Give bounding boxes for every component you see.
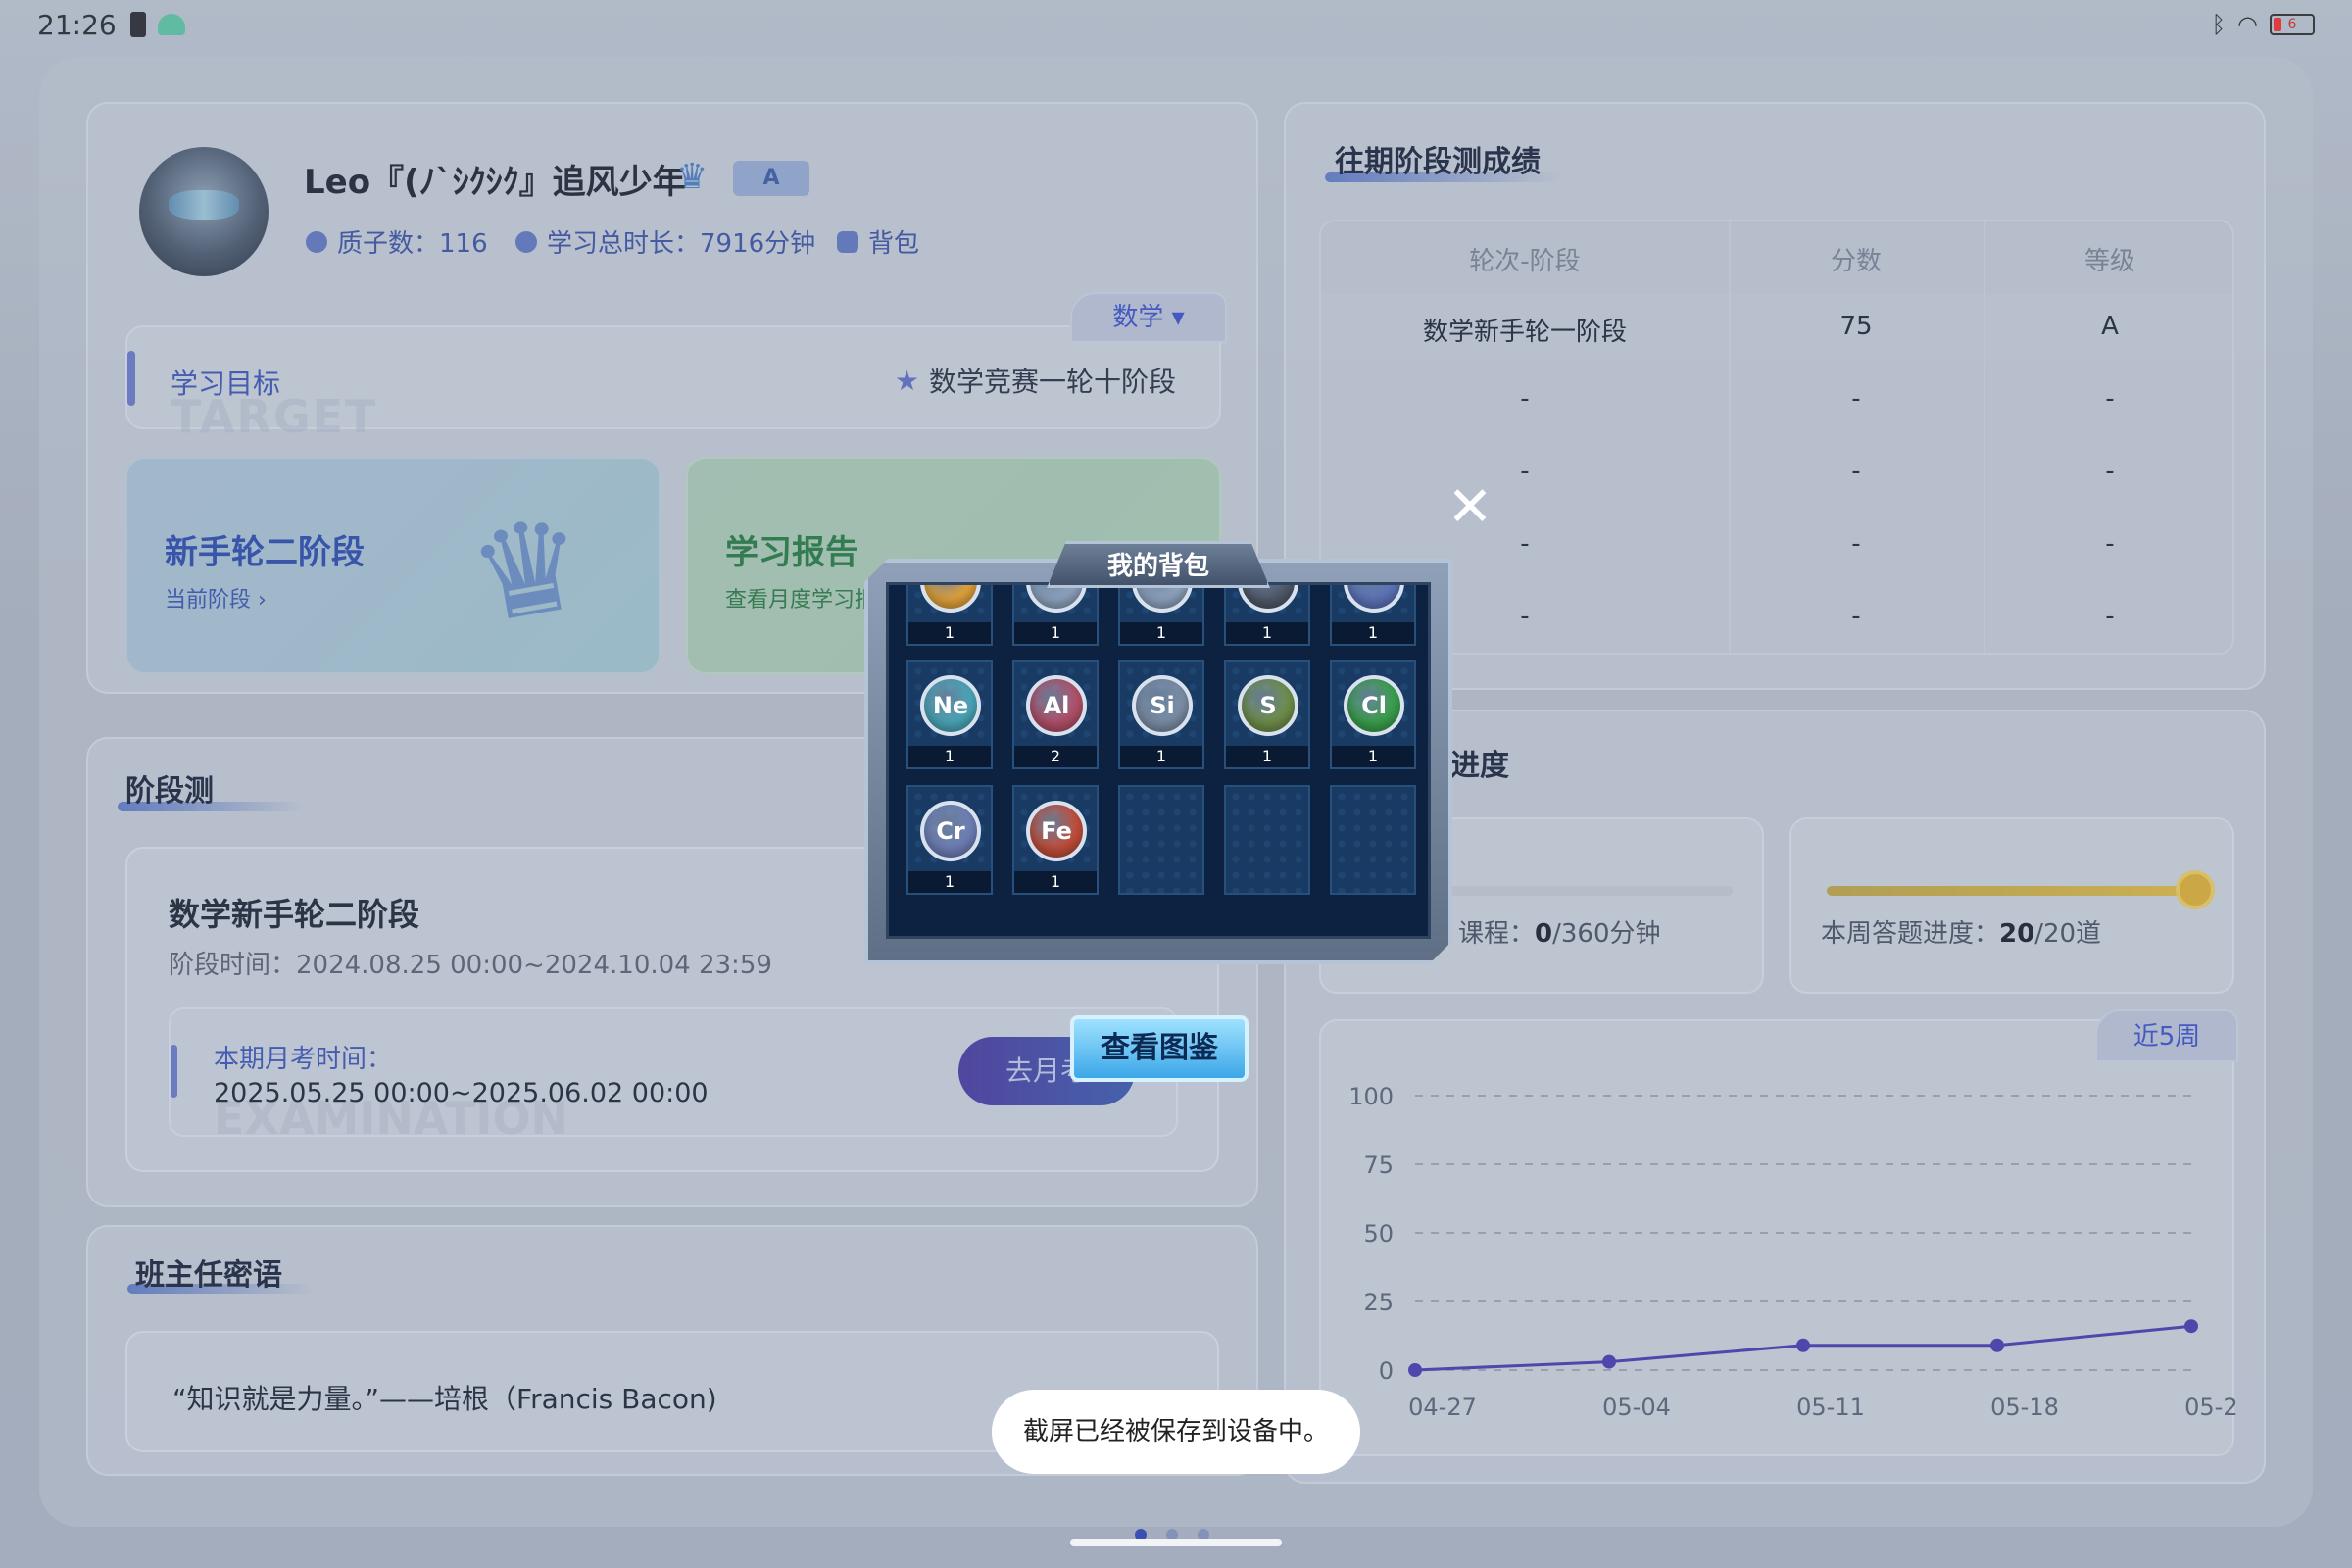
slot-count: 1	[908, 871, 991, 893]
backpack-grid: 1 1 1 1 1 Ne 1 Al 2 Si 1 S 1 Cl 1 Cr 1 Fe 1	[886, 582, 1431, 939]
slot-count: 1	[1332, 622, 1414, 644]
backpack-slot[interactable]: 1	[906, 585, 993, 646]
element-orb: Cr	[920, 801, 981, 861]
backpack-slot[interactable]: 1	[1330, 585, 1416, 646]
backpack-slot[interactable]: Cl 1	[1330, 660, 1416, 769]
backpack-slot[interactable]: Al 2	[1012, 660, 1099, 769]
element-orb: Si	[1132, 675, 1193, 736]
home-indicator[interactable]	[1070, 1539, 1282, 1546]
slot-count: 1	[1120, 622, 1202, 644]
backpack-slot[interactable]	[1330, 785, 1416, 895]
element-orb	[1344, 585, 1404, 612]
close-icon[interactable]: ✕	[1446, 480, 1494, 535]
slot-count: 1	[1332, 746, 1414, 767]
backpack-slot[interactable]	[1224, 785, 1310, 895]
backpack-slot[interactable]: Si 1	[1118, 660, 1204, 769]
element-orb: S	[1238, 675, 1298, 736]
element-orb: Al	[1026, 675, 1087, 736]
slot-count: 1	[908, 622, 991, 644]
toast: 截屏已经被保存到设备中。	[992, 1390, 1360, 1474]
backpack-slot[interactable]: Fe 1	[1012, 785, 1099, 895]
modal-title: 我的背包	[1047, 541, 1270, 588]
element-orb	[920, 585, 981, 612]
backpack-slot[interactable]: 1	[1224, 585, 1310, 646]
element-orb: Cl	[1344, 675, 1404, 736]
backpack-slot[interactable]: 1	[1118, 585, 1204, 646]
backpack-modal: 1 1 1 1 1 Ne 1 Al 2 Si 1 S 1 Cl 1 Cr 1 Fe 1 我的背包	[864, 541, 1452, 964]
element-orb: Ne	[920, 675, 981, 736]
slot-count: 2	[1014, 746, 1097, 767]
backpack-slot[interactable]: 1	[1012, 585, 1099, 646]
slot-count: 1	[1120, 746, 1202, 767]
backpack-slot[interactable]: Cr 1	[906, 785, 993, 895]
backpack-slot[interactable]: S1	[1224, 660, 1310, 769]
slot-count: 1	[1014, 871, 1097, 893]
app-screen: 21:26 ᛒ ◠ 6 Leo『(ﾉ`ｼｸｼｸ』追风少年 ♛ A 质子数：116…	[0, 0, 2352, 1568]
element-orb: Fe	[1026, 801, 1087, 861]
backpack-slot[interactable]	[1118, 785, 1204, 895]
slot-count: 1	[1226, 622, 1308, 644]
backpack-slot[interactable]: Ne 1	[906, 660, 993, 769]
view-atlas-button[interactable]: 查看图鉴	[1070, 1015, 1249, 1082]
slot-count: 1	[908, 746, 991, 767]
slot-count: 1	[1226, 746, 1308, 767]
slot-count: 1	[1014, 622, 1097, 644]
